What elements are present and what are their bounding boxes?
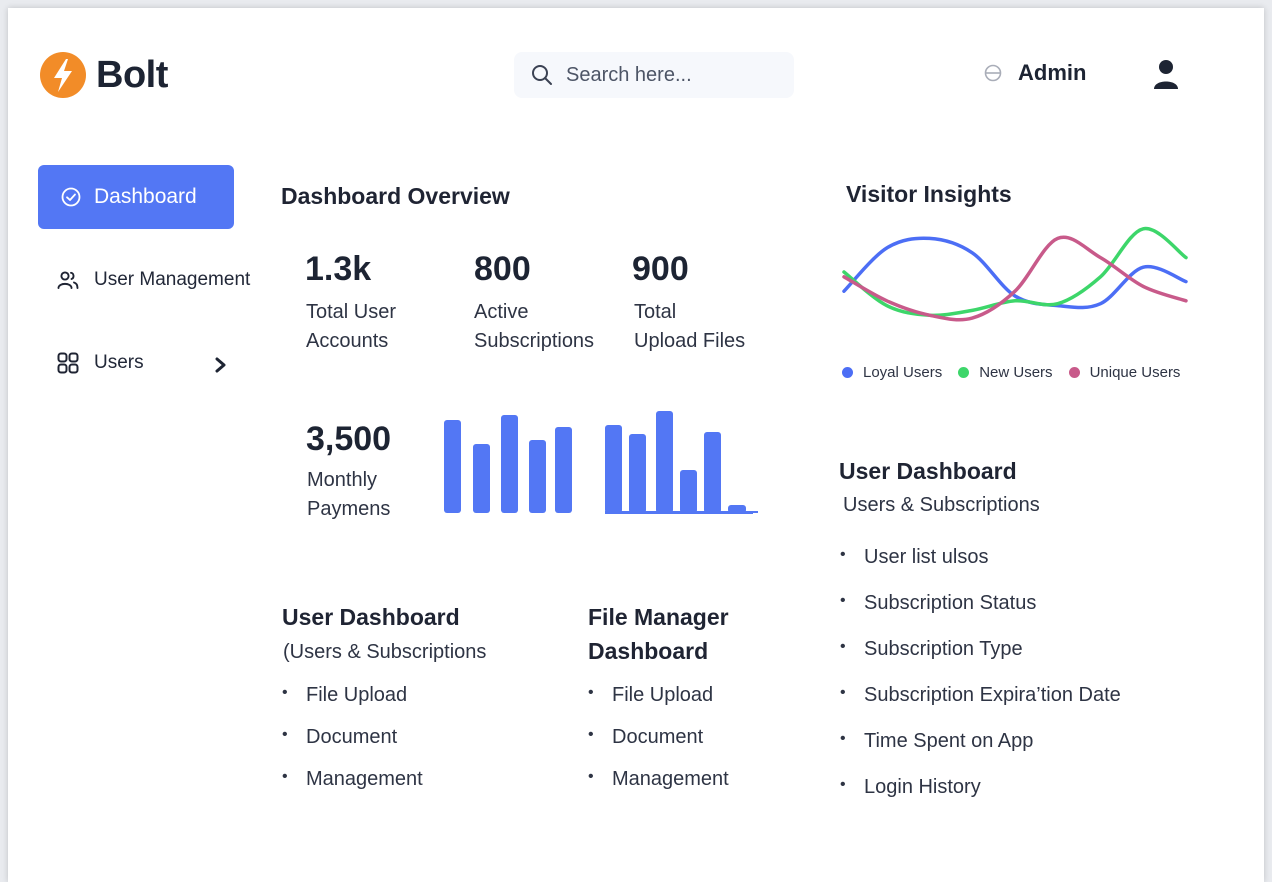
search-input[interactable] [564, 62, 788, 88]
visitor-insights-title: Visitor Insights [846, 181, 1012, 207]
list-item: Subscription Type [840, 638, 1121, 684]
stat-label-upload-files: Total Upload Files [634, 298, 745, 356]
payments-bar-chart [444, 411, 758, 514]
stat-label-active-subscriptions: Active Subscriptions [474, 298, 594, 356]
logo[interactable]: Bolt [40, 52, 168, 98]
legend-dot [1068, 367, 1080, 378]
user-dashboard-right-title: User Dashboard [839, 458, 1017, 484]
sidebar-item-label: User Management [94, 269, 251, 290]
stat-label-line: Subscriptions [474, 330, 595, 352]
file-manager-list: File Upload Document Management [588, 684, 729, 810]
chart-bar [473, 444, 490, 513]
chart-bar [656, 411, 673, 513]
list-item: File Upload [588, 684, 729, 726]
sidebar-item-dashboard[interactable]: Dashboard [38, 165, 234, 229]
users-icon [57, 271, 79, 289]
status-icon [984, 64, 1002, 82]
grid-icon [57, 352, 79, 374]
legend-item-unique-users: Unique Users [1068, 364, 1181, 381]
stat-label-line: Total User [306, 301, 397, 323]
stat-label-line: Accounts [306, 330, 389, 352]
chevron-right-icon[interactable] [214, 357, 228, 373]
list-item: Login History [840, 776, 1121, 822]
chart-bar [444, 420, 461, 513]
chart-bar [501, 415, 518, 513]
stat-label-line: Paymens [307, 498, 391, 520]
title-line: File Manager [588, 604, 729, 630]
stat-value-active-subscriptions: 800 [474, 250, 531, 288]
legend-label: Loyal Users [863, 364, 943, 381]
list-item: File Upload [282, 684, 423, 726]
list-item: Document [588, 726, 729, 768]
stat-label-line: Active [474, 301, 529, 323]
sidebar-item-users[interactable]: Users [56, 351, 144, 375]
legend-dot [842, 367, 853, 378]
chart-bar [555, 427, 572, 513]
stat-label-line: Total [634, 301, 677, 323]
stat-label-monthly-payments: Monthly Paymens [307, 466, 390, 524]
app-window: Bolt Admin Dashboard User [8, 8, 1264, 882]
series-line-loyal-users [842, 236, 1188, 310]
list-item: Time Spent on App [840, 730, 1121, 776]
sidebar-item-label: Users [94, 352, 144, 373]
sidebar-item-label: Dashboard [94, 185, 197, 208]
legend-item-new-users: New Users [958, 364, 1053, 381]
visitor-insights-chart [842, 227, 1188, 322]
chart-bar [529, 440, 546, 513]
user-dashboard-left-title: User Dashboard [282, 604, 460, 630]
app-name: Bolt [96, 53, 168, 96]
admin-label: Admin [1018, 60, 1087, 85]
admin-menu[interactable]: Admin [984, 60, 1086, 86]
chart-legend: Loyal Users New Users Unique Users [842, 364, 1196, 381]
stat-value-monthly-payments: 3,500 [306, 420, 392, 458]
user-dashboard-right-list: User list ulsos Subscription Status Subs… [840, 546, 1121, 822]
chart-bar [680, 470, 697, 513]
list-item: Subscription Expira’tion Date [840, 684, 1121, 730]
chart-bar [629, 434, 646, 513]
search-icon [532, 65, 552, 85]
list-item: User list ulsos [840, 546, 1121, 592]
chart-bar [605, 425, 622, 513]
list-item: Subscription Status [840, 592, 1121, 638]
check-circle-icon [61, 187, 81, 207]
stat-value-upload-files: 900 [632, 250, 689, 288]
file-manager-title: File Manager Dashboard [588, 600, 729, 668]
stat-label-line: Upload Files [634, 330, 746, 352]
stat-label-line: Monthly [307, 469, 378, 491]
user-dashboard-right-subtitle: Users & Subscriptions [843, 494, 1040, 516]
legend-item-loyal-users: Loyal Users [842, 364, 942, 381]
user-dashboard-left-list: File Upload Document Management [282, 684, 423, 810]
chart-bar [704, 432, 721, 513]
legend-dot [958, 367, 970, 378]
search-bar[interactable] [514, 52, 794, 98]
legend-label: New Users [979, 364, 1053, 381]
stat-value-total-users: 1.3k [305, 250, 372, 288]
sidebar-item-user-management[interactable]: User Management [56, 268, 250, 292]
list-item: Management [282, 768, 423, 810]
user-dashboard-left-subtitle: (Users & Subscriptions [283, 641, 487, 663]
bolt-logo-icon [40, 52, 86, 98]
legend-label: Unique Users [1089, 364, 1181, 381]
title-line: Dashboard [588, 638, 709, 664]
list-item: Management [588, 768, 729, 810]
chart-baseline [605, 511, 753, 514]
list-item: Document [282, 726, 423, 768]
user-avatar-icon[interactable] [1152, 58, 1180, 90]
stat-label-total-users: Total User Accounts [306, 298, 396, 356]
overview-title: Dashboard Overview [281, 183, 510, 209]
